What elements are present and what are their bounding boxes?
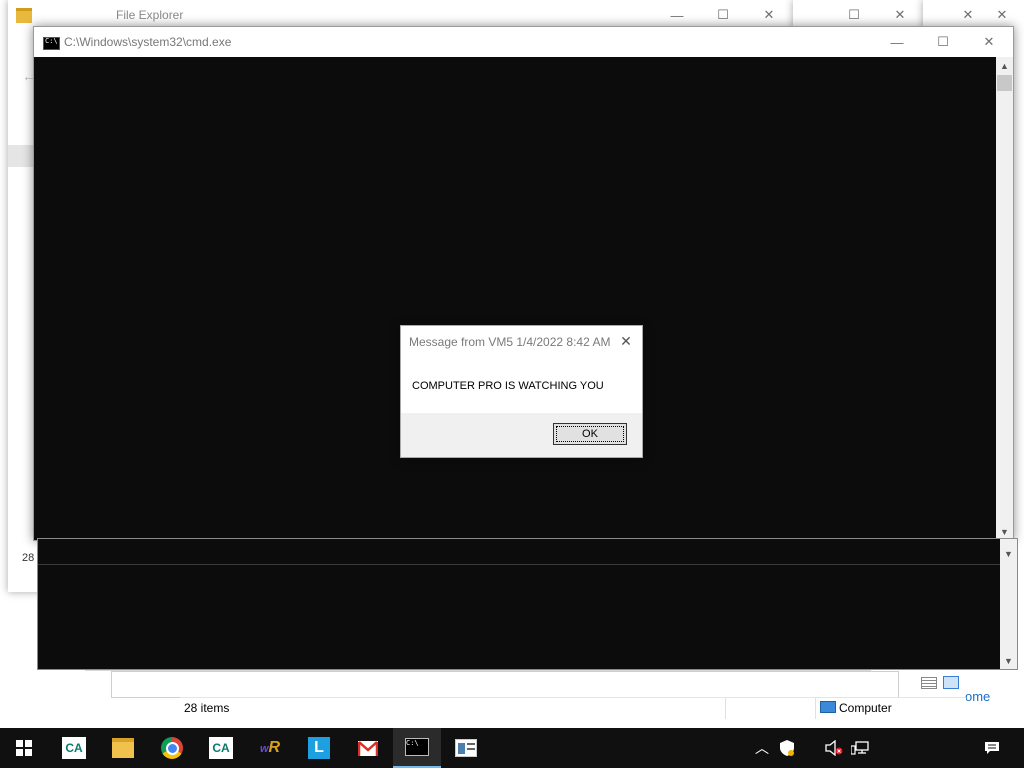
taskbar-item-winrar[interactable]: wR	[246, 728, 294, 768]
scroll-down-icon[interactable]: ▼	[1000, 652, 1017, 669]
chrome-icon	[161, 737, 183, 759]
start-button[interactable]	[0, 728, 48, 768]
taskbar-item-credit-agricole[interactable]: CA	[50, 728, 98, 768]
nav-pane-selected	[8, 145, 33, 167]
item-count: 28 items	[184, 701, 230, 715]
tray-network[interactable]	[848, 728, 872, 768]
close-icon[interactable]: ✕	[616, 331, 636, 351]
scrollbar-thumb[interactable]	[997, 75, 1012, 91]
cmd-icon	[43, 37, 60, 50]
taskbar: CA CA wR L C:\ ︿	[0, 728, 1024, 768]
tray-security[interactable]	[776, 728, 798, 768]
action-center-button[interactable]	[980, 728, 1004, 768]
taskbar-item-credit-agricole-2[interactable]: CA	[197, 728, 245, 768]
message-dialog[interactable]: Message from VM5 1/4/2022 8:42 AM ✕ COMP…	[400, 325, 643, 458]
home-link[interactable]: ome	[965, 689, 990, 704]
gmail-icon	[358, 740, 378, 756]
console-window-2[interactable]: ▼ ▼	[37, 538, 1018, 670]
scroll-down-icon[interactable]: ▼	[1000, 545, 1017, 562]
computer-label: Computer	[839, 701, 892, 715]
maximize-button[interactable]: ☐	[920, 27, 966, 57]
taskbar-item-app[interactable]	[442, 728, 490, 768]
computer-icon	[820, 701, 836, 713]
cmd-title: C:\Windows\system32\cmd.exe	[64, 35, 232, 49]
console-area[interactable]	[34, 57, 996, 540]
explorer-statusbar: 28 items Computer	[180, 697, 966, 719]
dialog-title: Message from VM5 1/4/2022 8:42 AM	[409, 335, 611, 349]
network-icon	[851, 741, 869, 755]
cmd-window[interactable]: C:\Windows\system32\cmd.exe — ☐ ✕ ▲ ▼	[33, 26, 1014, 541]
statusbar-divider	[815, 698, 816, 719]
view-tiles-icon[interactable]	[943, 676, 959, 689]
taskbar-item-l-app[interactable]: L	[295, 728, 343, 768]
speaker-muted-icon	[825, 740, 843, 756]
view-details-icon[interactable]	[921, 677, 937, 689]
minimize-button[interactable]: —	[874, 27, 920, 57]
ok-button[interactable]: OK	[553, 423, 627, 445]
vertical-scrollbar[interactable]: ▲ ▼	[996, 57, 1013, 540]
credit-agricole-icon: CA	[209, 737, 233, 759]
taskbar-item-gmail[interactable]	[344, 728, 392, 768]
scroll-up-icon[interactable]: ▲	[996, 57, 1013, 74]
close-button[interactable]: ✕	[966, 27, 1012, 57]
winrar-icon: wR	[259, 739, 281, 756]
file-explorer-icon	[112, 738, 134, 758]
security-shield-icon	[780, 740, 794, 756]
vertical-scrollbar[interactable]: ▼ ▼	[1000, 539, 1017, 669]
taskbar-item-cmd[interactable]: C:\	[393, 728, 441, 768]
credit-agricole-icon: CA	[62, 737, 86, 759]
dialog-message: COMPUTER PRO IS WATCHING YOU	[412, 380, 604, 392]
app-window-icon	[455, 739, 477, 757]
dialog-footer: OK	[401, 413, 642, 457]
statusbar-divider	[725, 698, 726, 719]
cmd-titlebar[interactable]: C:\Windows\system32\cmd.exe — ☐ ✕	[34, 27, 1013, 57]
l-app-icon: L	[308, 737, 330, 759]
tray-volume[interactable]	[822, 728, 846, 768]
taskbar-item-chrome[interactable]	[148, 728, 196, 768]
show-hidden-icons-button[interactable]: ︿	[752, 728, 772, 768]
file-explorer-title: File Explorer	[116, 8, 184, 22]
cmd-icon: C:\	[405, 738, 429, 756]
console-divider	[38, 564, 1000, 565]
notifications-icon	[985, 742, 999, 754]
windows-start-icon	[16, 740, 32, 756]
taskbar-item-file-explorer[interactable]	[99, 728, 147, 768]
explorer-lower-frame-2	[111, 671, 899, 698]
item-count-side: 28	[22, 552, 35, 564]
folder-icon	[16, 8, 32, 23]
chevron-up-icon: ︿	[755, 740, 769, 756]
